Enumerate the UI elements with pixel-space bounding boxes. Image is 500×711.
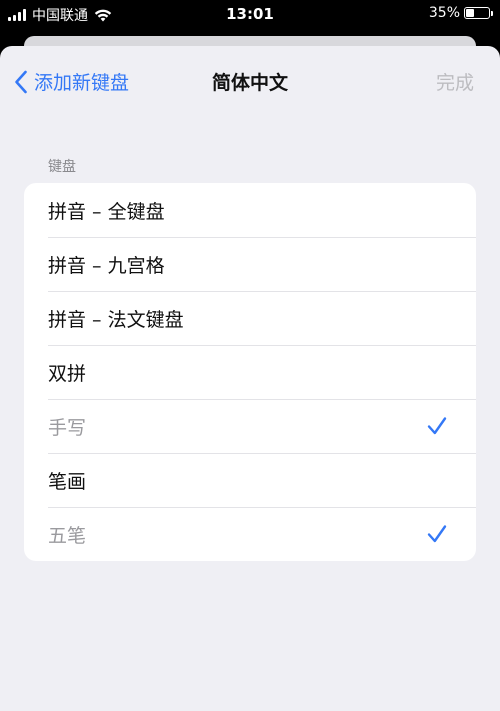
list-item[interactable]: 拼音 – 法文键盘 bbox=[24, 291, 476, 345]
list-item[interactable]: 五笔 bbox=[24, 507, 476, 561]
list-item[interactable]: 笔画 bbox=[24, 453, 476, 507]
battery-icon bbox=[464, 7, 493, 19]
battery-percent: 35% bbox=[428, 5, 460, 21]
checkmark-icon bbox=[427, 525, 447, 543]
status-time: 13:01 bbox=[226, 5, 274, 23]
done-button[interactable]: 完成 bbox=[436, 68, 474, 95]
checkmark-icon bbox=[427, 417, 447, 435]
navigation-bar: 添加新键盘 简体中文 完成 bbox=[0, 46, 500, 118]
list-item-label: 拼音 – 全键盘 bbox=[48, 200, 165, 223]
section-header: 键盘 bbox=[48, 159, 76, 175]
page-title: 简体中文 bbox=[211, 72, 288, 94]
keyboard-settings-sheet: 添加新键盘 简体中文 完成 键盘 拼音 – 全键盘 拼音 – 九宫格 拼音 – … bbox=[0, 46, 500, 711]
list-item-label: 拼音 – 法文键盘 bbox=[48, 308, 184, 331]
status-right: 35% bbox=[428, 5, 493, 21]
list-item-label: 双拼 bbox=[48, 362, 87, 385]
list-item[interactable]: 拼音 – 全键盘 bbox=[24, 183, 476, 237]
list-item[interactable]: 双拼 bbox=[24, 345, 476, 399]
list-item-label: 五笔 bbox=[48, 524, 87, 547]
list-item-label: 手写 bbox=[48, 416, 87, 439]
list-item[interactable]: 拼音 – 九宫格 bbox=[24, 237, 476, 291]
keyboard-list: 拼音 – 全键盘 拼音 – 九宫格 拼音 – 法文键盘 双拼 手写 笔画 五笔 bbox=[24, 183, 476, 561]
battery-fill bbox=[466, 9, 474, 17]
list-item-label: 拼音 – 九宫格 bbox=[48, 254, 165, 277]
status-bar: 中国联通 13:01 35% bbox=[0, 0, 500, 30]
list-item[interactable]: 手写 bbox=[24, 399, 476, 453]
list-item-label: 笔画 bbox=[48, 470, 87, 493]
